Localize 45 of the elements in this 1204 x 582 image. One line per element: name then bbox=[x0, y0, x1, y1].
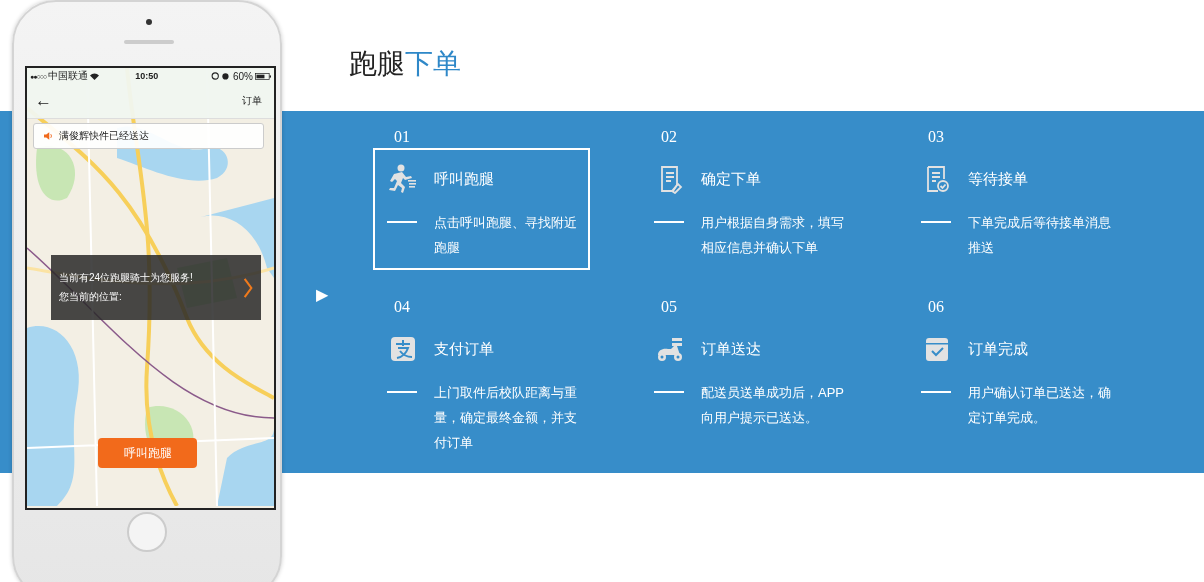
step-title: 等待接单 bbox=[968, 169, 1028, 189]
carrier-name: 中国联通 bbox=[48, 69, 89, 83]
nav-title: 订单 bbox=[242, 94, 262, 108]
step-title: 订单完成 bbox=[968, 339, 1028, 359]
notice-text: 满俊辉快件已经送达 bbox=[59, 129, 149, 143]
step-description: 下单完成后等待接单消息推送 bbox=[968, 214, 1112, 257]
clock-time: 10:50 bbox=[135, 71, 159, 81]
step-description: 用户根据自身需求，填写相应信息并确认下单 bbox=[701, 214, 845, 257]
back-button[interactable]: ← bbox=[35, 91, 52, 111]
step-description: 点击呼叫跑腿、寻找附近跑腿 bbox=[434, 214, 578, 257]
rider-info-panel[interactable]: 当前有24位跑腿骑士为您服务! 您当前的位置: bbox=[51, 255, 261, 320]
info-line: 当前有24位跑腿骑士为您服务! bbox=[59, 271, 193, 285]
step-number: 06 bbox=[928, 298, 944, 316]
wifi-icon bbox=[90, 72, 100, 80]
camera-dot bbox=[146, 19, 152, 25]
step-description: 上门取件后校队距离与重量，确定最终金额，并支付订单 bbox=[434, 384, 578, 452]
step-card[interactable]: 订单送达 配送员送单成功后，APP向用户提示已送达。 bbox=[640, 318, 857, 440]
runner-icon bbox=[388, 164, 418, 194]
payment-icon bbox=[388, 334, 418, 364]
section-title: 跑腿下单 bbox=[349, 47, 461, 81]
step-description: 配送员送单成功后，APP向用户提示已送达。 bbox=[701, 384, 845, 427]
step-number: 01 bbox=[394, 128, 410, 146]
step-card[interactable]: 确定下单 用户根据自身需求，填写相应信息并确认下单 bbox=[640, 148, 857, 270]
step-number: 04 bbox=[394, 298, 410, 316]
speaker-icon bbox=[44, 132, 53, 140]
chevron-right-icon bbox=[243, 275, 253, 300]
step-card[interactable]: 呼叫跑腿 点击呼叫跑腿、寻找附近跑腿 bbox=[373, 148, 590, 270]
step-card[interactable]: 订单完成 用户确认订单已送达，确定订单完成。 bbox=[907, 318, 1124, 440]
call-runner-button[interactable]: 呼叫跑腿 bbox=[98, 438, 197, 468]
info-line: 您当前的位置: bbox=[59, 290, 123, 304]
step-number: 02 bbox=[661, 128, 677, 146]
battery-icon bbox=[255, 72, 271, 80]
step-card[interactable]: 等待接单 下单完成后等待接单消息推送 bbox=[907, 148, 1124, 270]
battery-percent: 60% bbox=[233, 70, 253, 82]
step-title: 呼叫跑腿 bbox=[434, 169, 494, 189]
speaker-slot bbox=[124, 40, 174, 44]
play-marker: ▶ bbox=[316, 285, 329, 304]
step-title: 确定下单 bbox=[701, 169, 761, 189]
step-card[interactable]: 支付订单 上门取件后校队距离与重量，确定最终金额，并支付订单 bbox=[373, 318, 590, 465]
step-title: 订单送达 bbox=[701, 339, 761, 359]
home-button[interactable] bbox=[127, 512, 167, 552]
step-number: 05 bbox=[661, 298, 677, 316]
step-title: 支付订单 bbox=[434, 339, 494, 359]
step-description: 用户确认订单已送达，确定订单完成。 bbox=[968, 384, 1112, 427]
step-number: 03 bbox=[928, 128, 944, 146]
